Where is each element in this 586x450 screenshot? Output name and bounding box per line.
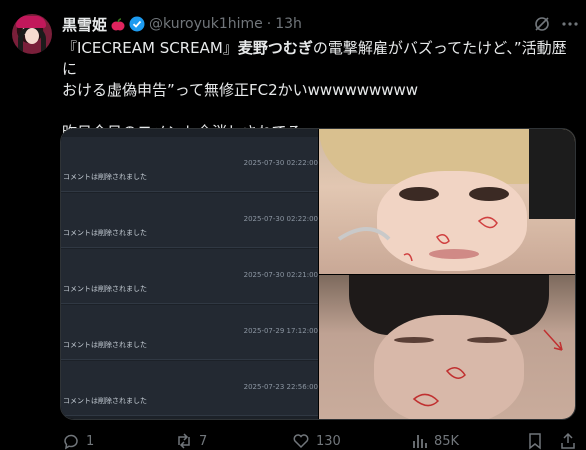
photo-top[interactable] (319, 129, 575, 274)
comment-deleted-text: コメントは削除されました (63, 229, 147, 237)
comment-deleted-text: コメントは削除されました (63, 397, 147, 405)
comment-deleted-text: コメントは削除されました (63, 341, 147, 349)
comment-card: 2025-07-29 17:12:00 コメントは削除されました (61, 305, 318, 360)
repost-icon (178, 433, 190, 449)
like-count: 130 (316, 433, 341, 449)
comment-timestamp: 2025-07-30 02:21:00 (243, 271, 318, 279)
comment-screenshot[interactable]: 2025-07-30 02:22:00 コメントは削除されました 2025-07… (61, 129, 318, 419)
separator-dot: · (266, 16, 272, 32)
text-title: 『ICECREAM SCREAM』 (62, 39, 238, 57)
reply-icon (64, 434, 78, 450)
comment-card: 2025-07-30 02:22:00 コメントは削除されました (61, 193, 318, 248)
repost-count: 7 (199, 433, 208, 449)
verified-badge-icon (129, 16, 145, 32)
comment-card: 2025-07-23 22:56:00 コメントは削除されました (61, 361, 318, 416)
comment-timestamp: 2025-07-30 02:22:00 (243, 159, 318, 167)
display-name[interactable]: 黒雪姫 (62, 14, 107, 35)
post-time[interactable]: 13h (275, 16, 302, 32)
text-name: 麦野つむぎ (237, 39, 313, 57)
comment-deleted-text: コメントは削除されました (63, 285, 147, 293)
grok-icon[interactable] (533, 15, 551, 33)
heart-icon (293, 434, 309, 449)
more-icon[interactable] (561, 15, 579, 33)
comment-card: 2025-07-30 02:22:00 コメントは削除されました (61, 137, 318, 192)
comment-timestamp: 2025-07-30 02:22:00 (243, 215, 318, 223)
media-grid: 2025-07-30 02:22:00 コメントは削除されました 2025-07… (60, 128, 576, 420)
text-line-2: おける虚偽申告”って無修正FC2かいwwwwwwwww (62, 81, 419, 99)
comment-card: 2025-07-30 02:21:00 コメントは削除されました (61, 249, 318, 304)
action-bar: 1 7 130 85K (62, 430, 578, 450)
comment-deleted-text: コメントは削除されました (63, 173, 147, 181)
bookmark-icon (529, 433, 541, 450)
view-count: 85K (434, 433, 460, 449)
share-icon (561, 432, 575, 449)
apple-icon (111, 17, 125, 31)
reply-count: 1 (86, 433, 95, 449)
repost-button[interactable]: 7 (175, 432, 207, 450)
post-header: 黒雪姫 @kuroyuk1hime · 13h (62, 14, 302, 34)
comment-timestamp: 2025-07-29 17:12:00 (243, 327, 318, 335)
analytics-icon (413, 435, 427, 448)
share-button[interactable] (559, 432, 577, 450)
avatar[interactable] (12, 14, 52, 54)
reply-button[interactable]: 1 (62, 432, 94, 450)
user-handle[interactable]: @kuroyuk1hime (149, 16, 263, 32)
like-button[interactable]: 130 (292, 432, 341, 450)
comment-timestamp: 2025-07-23 22:56:00 (243, 383, 318, 391)
photo-bottom[interactable] (319, 275, 575, 419)
bookmark-button[interactable] (526, 432, 544, 450)
views-button[interactable]: 85K (410, 432, 459, 450)
